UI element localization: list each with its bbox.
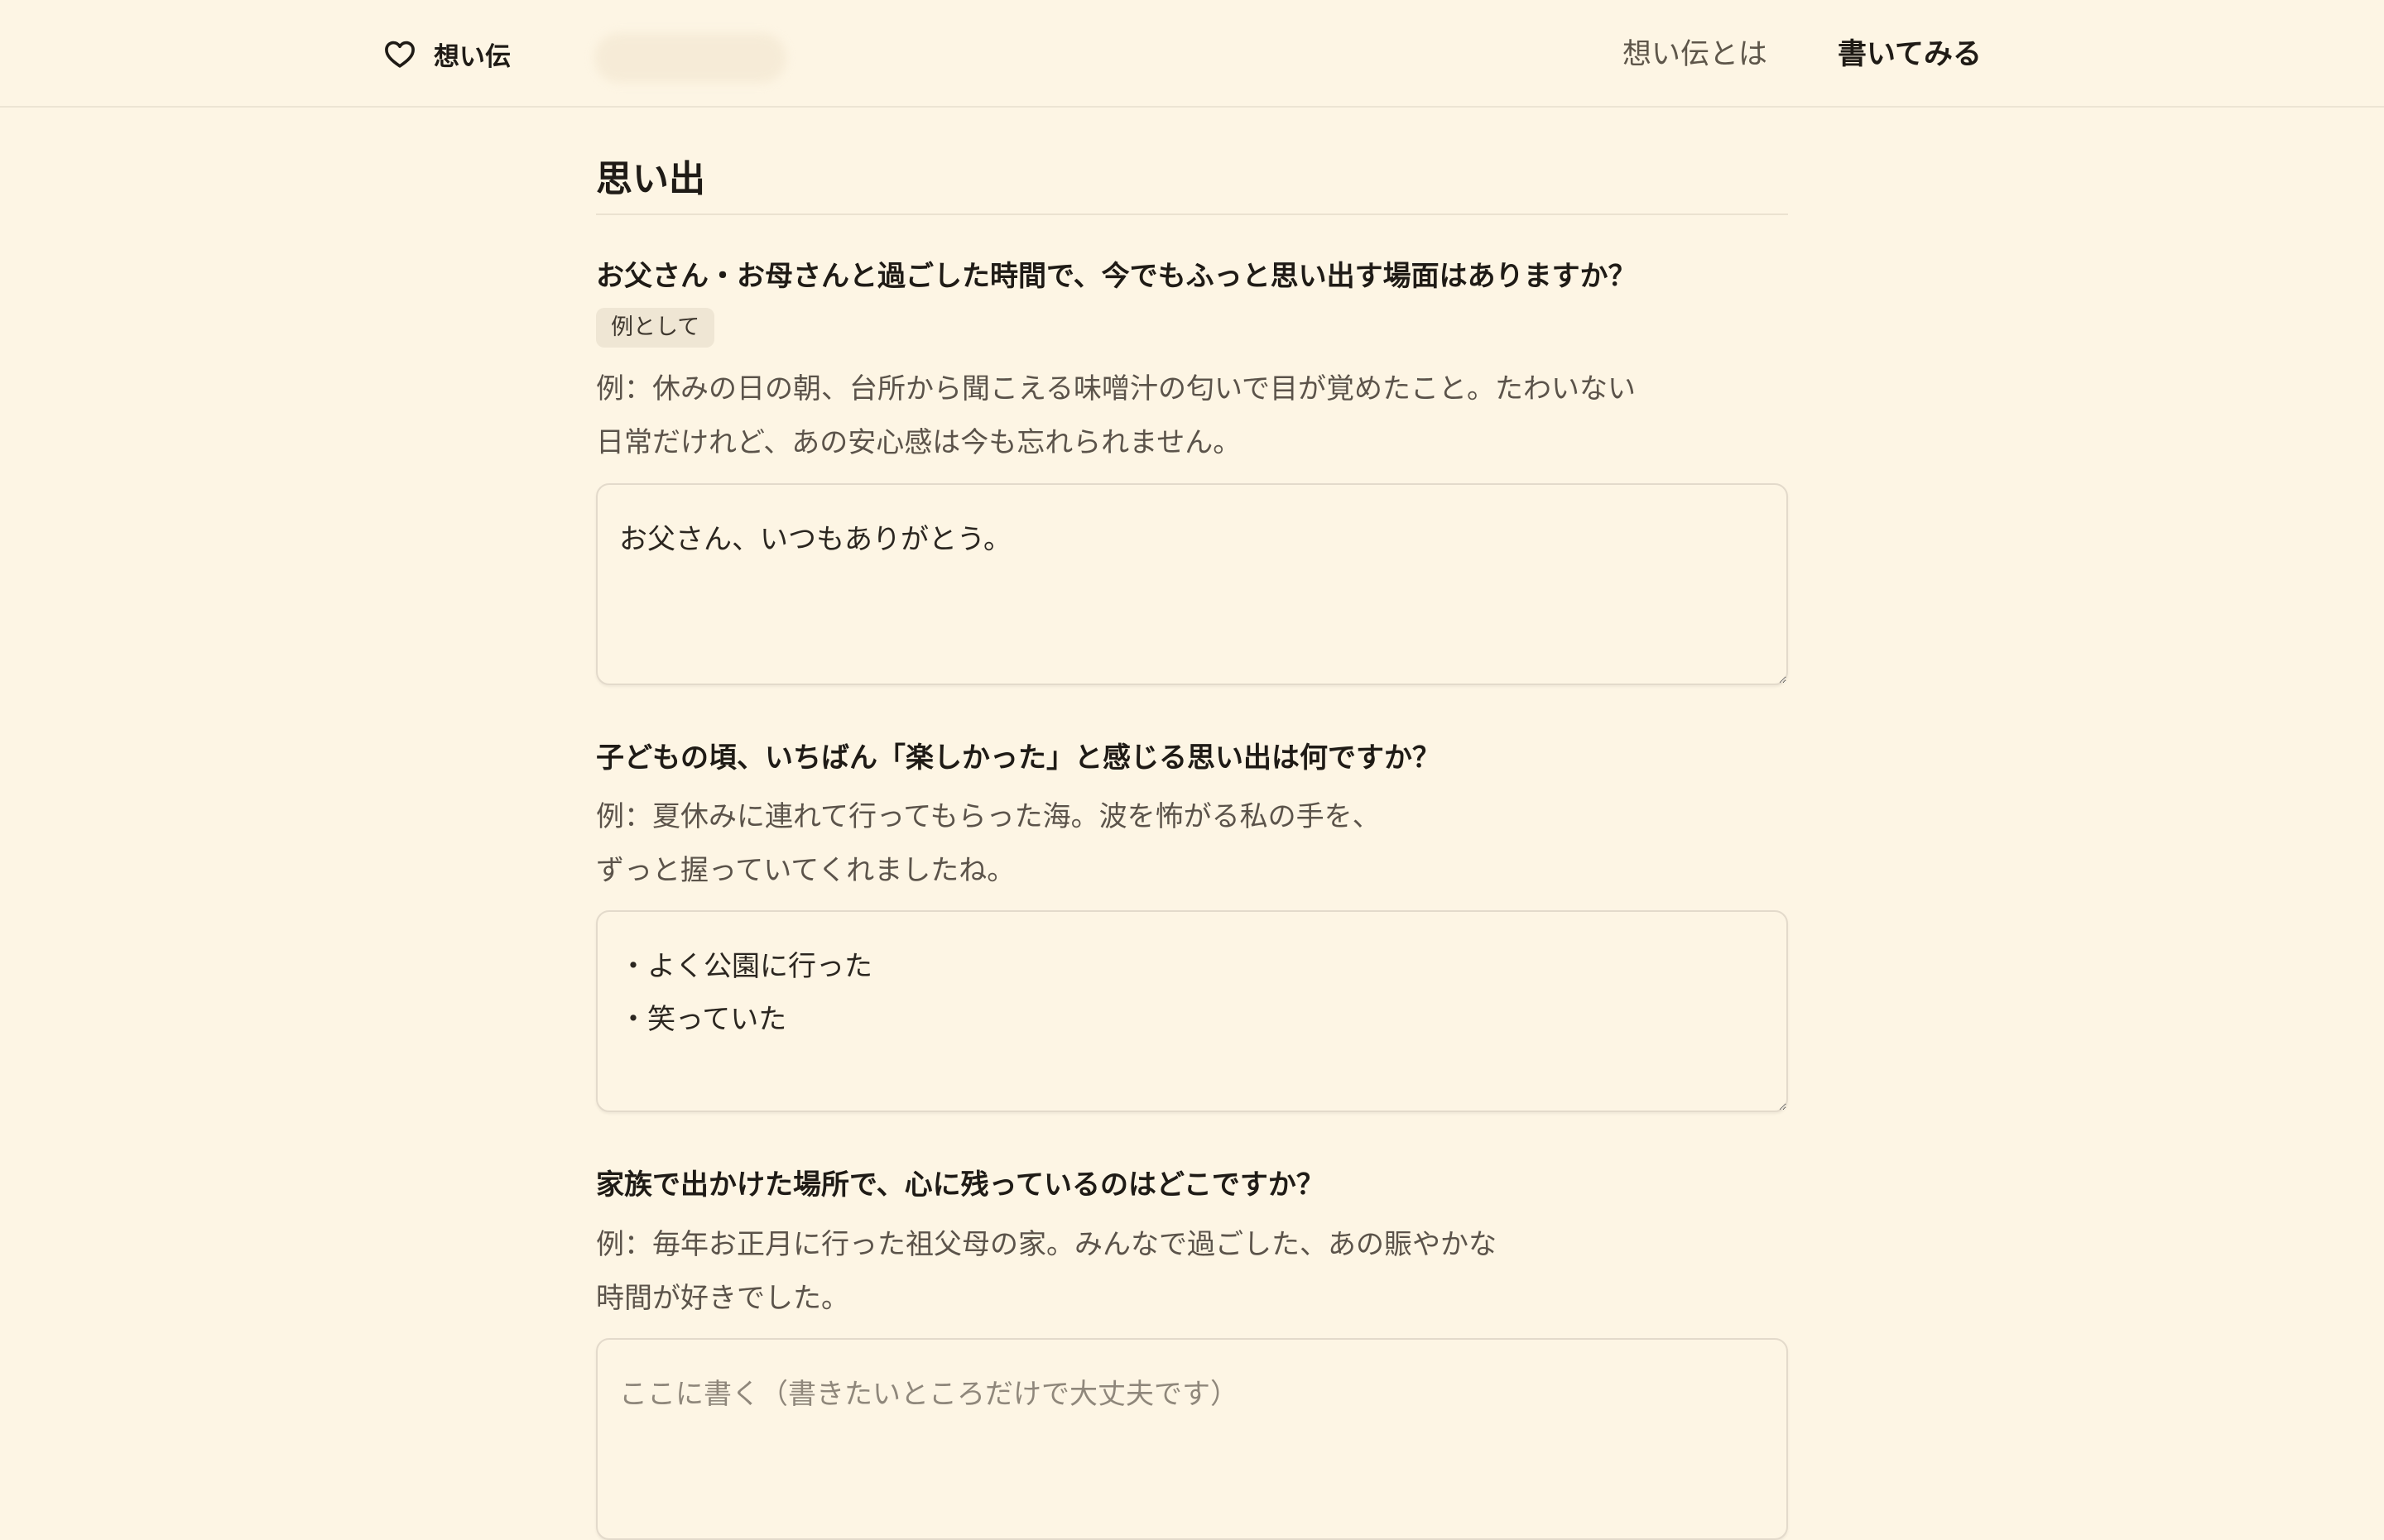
question-1-example-line-2: 日常だけれど、あの安心感は今も忘れられません。 <box>596 426 1242 459</box>
question-3-example-line-1: 例：毎年お正月に行った祖父母の家。みんなで過ごした、あの賑やかな <box>596 1228 1497 1261</box>
site-logo[interactable]: 想い伝 <box>382 36 511 72</box>
question-3-answer-textarea[interactable] <box>596 1338 1788 1540</box>
section-divider <box>596 213 1788 215</box>
question-2-answer-textarea[interactable] <box>596 910 1788 1112</box>
question-1-answer-textarea[interactable] <box>596 483 1788 685</box>
nav-link-write[interactable]: 書いてみる <box>1838 33 1982 76</box>
example-badge: 例として <box>596 308 715 348</box>
logo-text: 想い伝 <box>434 41 511 72</box>
question-2-example-line-1: 例：夏休みに連れて行ってもらった海。波を怖がる私の手を、 <box>596 800 1381 833</box>
nav-link-about[interactable]: 想い伝とは <box>1622 33 1767 76</box>
section-title: 思い出 <box>596 158 705 200</box>
site-header: 想い伝 想い伝とは 書いてみる <box>0 0 2384 108</box>
question-1-label: お父さん・お母さんと過ごした時間で、今でもふっと思い出す場面はありますか？ <box>596 260 1637 293</box>
blurred-nav-item <box>594 33 786 83</box>
question-3-example-line-2: 時間が好きでした。 <box>596 1282 849 1315</box>
question-2-label: 子どもの頃、いちばん「楽しかった」と感じる思い出は何ですか？ <box>596 741 1440 775</box>
heart-outline-icon <box>385 41 415 68</box>
question-3-label: 家族で出かけた場所で、心に残っているのはどこですか？ <box>596 1168 1324 1202</box>
question-1-example-line-1: 例：休みの日の朝、台所から聞こえる味噌汁の匂いで目が覚めたこと。たわいない <box>596 372 1636 405</box>
question-2-example-line-2: ずっと握っていてくれましたね。 <box>596 854 1016 887</box>
